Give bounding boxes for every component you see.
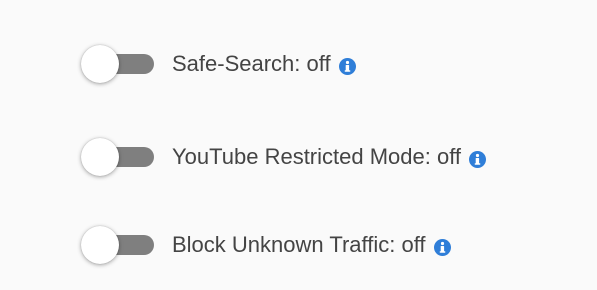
info-icon[interactable] xyxy=(433,238,451,256)
safe-search-label: Safe-Search: off xyxy=(172,51,331,76)
toggle-thumb xyxy=(81,138,119,176)
setting-row-block-unknown-traffic: Block Unknown Traffic: off xyxy=(80,225,451,265)
toggle-thumb xyxy=(81,226,119,264)
youtube-restricted-mode-label: YouTube Restricted Mode: off xyxy=(172,144,462,169)
safe-search-toggle[interactable] xyxy=(80,44,158,84)
info-icon[interactable] xyxy=(338,57,356,75)
block-unknown-traffic-toggle[interactable] xyxy=(80,225,158,265)
setting-row-youtube-restricted-mode: YouTube Restricted Mode: off xyxy=(80,137,487,177)
block-unknown-traffic-label: Block Unknown Traffic: off xyxy=(172,232,426,257)
setting-row-safe-search: Safe-Search: off xyxy=(80,44,356,84)
toggle-thumb xyxy=(81,45,119,83)
info-icon[interactable] xyxy=(469,150,487,168)
settings-panel: Safe-Search: off YouTube Restricted Mode… xyxy=(0,0,597,290)
youtube-restricted-mode-toggle[interactable] xyxy=(80,137,158,177)
